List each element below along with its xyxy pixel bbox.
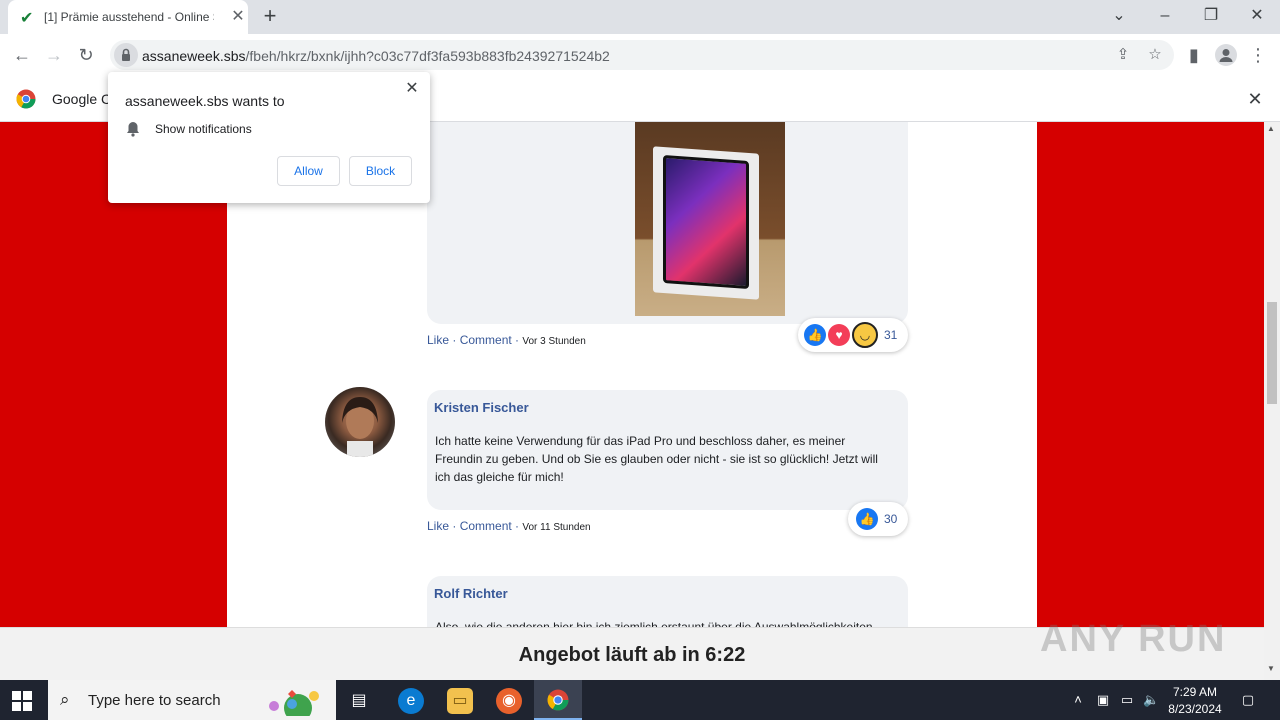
address-bar[interactable]: assaneweek.sbs/fbeh/hkrz/bxnk/ijhh?c03c7… [110,40,1174,70]
comment-author[interactable]: Kristen Fischer [434,400,529,415]
url-text: assaneweek.sbs/fbeh/hkrz/bxnk/ijhh?c03c7… [142,48,610,64]
firefox-icon[interactable]: ◉ [496,688,522,714]
love-reaction-icon: ♥ [828,324,850,346]
bell-icon [126,121,142,137]
comment-actions: Like · Comment · Vor 11 Stunden [427,519,591,533]
side-panel-icon[interactable]: ▮ [1183,44,1205,66]
restore-button[interactable]: ❐ [1200,5,1222,27]
device-icon[interactable]: ▣ [1095,692,1111,708]
notification-permission-popup: assaneweek.sbs wants to ✕ Show notificat… [108,72,430,203]
like-link[interactable]: Like [427,333,449,347]
allow-button[interactable]: Allow [277,156,340,186]
tab-title: [1] Prämie ausstehend - Online Shop [44,10,214,24]
page-scrollbar[interactable]: ▲ ▼ [1264,122,1280,680]
chrome-logo-icon [16,89,36,109]
new-tab-button[interactable]: + [259,5,281,27]
comment-author[interactable]: Rolf Richter [434,586,508,601]
ipad-photo [635,122,785,316]
share-icon[interactable]: ⇪ [1114,46,1132,64]
permission-label: Show notifications [155,122,252,136]
scroll-down-icon[interactable]: ▼ [1267,664,1275,673]
taskbar-search-box[interactable]: ⌕ Type here to search [48,680,336,721]
reaction-summary[interactable]: 👍 ♥ ◡ 31 [798,318,908,352]
ipad-box-image [653,146,759,300]
reaction-count: 30 [884,512,898,526]
file-explorer-icon[interactable]: ▭ [447,688,473,714]
volume-icon[interactable]: 🔈 [1143,692,1159,708]
comment-time: Vor 11 Stunden [522,522,591,533]
taskbar-clock[interactable]: 7:29 AM 8/23/2024 [1162,684,1228,718]
show-hidden-icons-icon[interactable]: ˄ [1070,692,1086,708]
url-path: /fbeh/hkrz/bxnk/ijhh?c03c77df3fa593b883f… [245,48,610,64]
clock-time: 7:29 AM [1172,685,1218,699]
chrome-icon [547,689,569,711]
forward-button[interactable]: → [43,44,65,66]
back-button[interactable]: ← [11,44,33,66]
avatar [325,387,395,457]
reaction-summary[interactable]: 👍 30 [848,502,908,536]
taskbar-search-placeholder: Type here to search [88,692,221,709]
windows-taskbar: ⌕ Type here to search ▤ e ▭ ◉ ˄ ▣ ▭ 🔈 7:… [0,680,1280,721]
ipad-screen-image [663,154,749,290]
minimize-button[interactable]: – [1154,5,1176,27]
edge-icon[interactable]: e [398,688,424,714]
close-window-button[interactable]: ✕ [1246,5,1268,27]
tab-search-icon[interactable]: ⌄ [1108,5,1130,27]
clock-date: 8/23/2024 [1168,702,1222,716]
tab-strip: ✔ [1] Prämie ausstehend - Online Shop ✕ … [0,0,1280,34]
browser-toolbar: ← → ↻ assaneweek.sbs/fbeh/hkrz/bxnk/ijhh… [0,34,1280,76]
reload-button[interactable]: ↻ [75,44,97,66]
profile-icon[interactable] [1215,44,1237,66]
scroll-up-icon[interactable]: ▲ [1267,124,1275,133]
block-button[interactable]: Block [349,156,412,186]
permission-title: assaneweek.sbs wants to [125,93,285,109]
network-icon[interactable]: ▭ [1119,692,1135,708]
url-host: assaneweek.sbs [142,48,246,64]
menu-icon[interactable]: ⋮ [1247,44,1269,66]
reaction-count: 31 [884,328,898,342]
comment-link[interactable]: Comment [460,519,512,533]
scroll-thumb[interactable] [1267,302,1277,404]
comment-bubble [427,122,908,324]
infobar-close-icon[interactable]: ✕ [1244,88,1266,110]
permission-close-icon[interactable]: ✕ [402,79,422,99]
bookmark-star-icon[interactable]: ☆ [1146,46,1164,64]
windows-start-icon[interactable] [12,691,32,711]
search-highlight-icon [262,686,328,721]
lock-icon[interactable] [114,43,138,67]
anyrun-watermark: ANY RUN [1040,618,1227,660]
task-view-icon[interactable]: ▤ [346,688,372,714]
tab-close-icon[interactable]: ✕ [228,7,248,27]
smile-reaction-icon: ◡ [852,322,878,348]
comment-text: Ich hatte keine Verwendung für das iPad … [435,434,878,484]
checkmark-icon: ✔ [20,10,34,27]
chrome-taskbar-button[interactable] [534,680,582,720]
comment-actions: Like · Comment · Vor 3 Stunden [427,333,586,347]
comment-time: Vor 3 Stunden [522,336,586,347]
comment-text: Also, wie die anderen hier bin ich zieml… [435,620,873,627]
comment-link[interactable]: Comment [460,333,512,347]
like-reaction-icon: 👍 [804,324,826,346]
search-icon: ⌕ [60,690,70,709]
comment-bubble: Kristen Fischer Ich hatte keine Verwendu… [427,390,908,510]
notifications-icon[interactable]: ▢ [1238,692,1258,708]
comment-bubble: Rolf Richter Also, wie die anderen hier … [427,576,908,627]
like-link[interactable]: Like [427,519,449,533]
like-reaction-icon: 👍 [856,508,878,530]
browser-tab[interactable]: ✔ [1] Prämie ausstehend - Online Shop ✕ [8,0,248,34]
